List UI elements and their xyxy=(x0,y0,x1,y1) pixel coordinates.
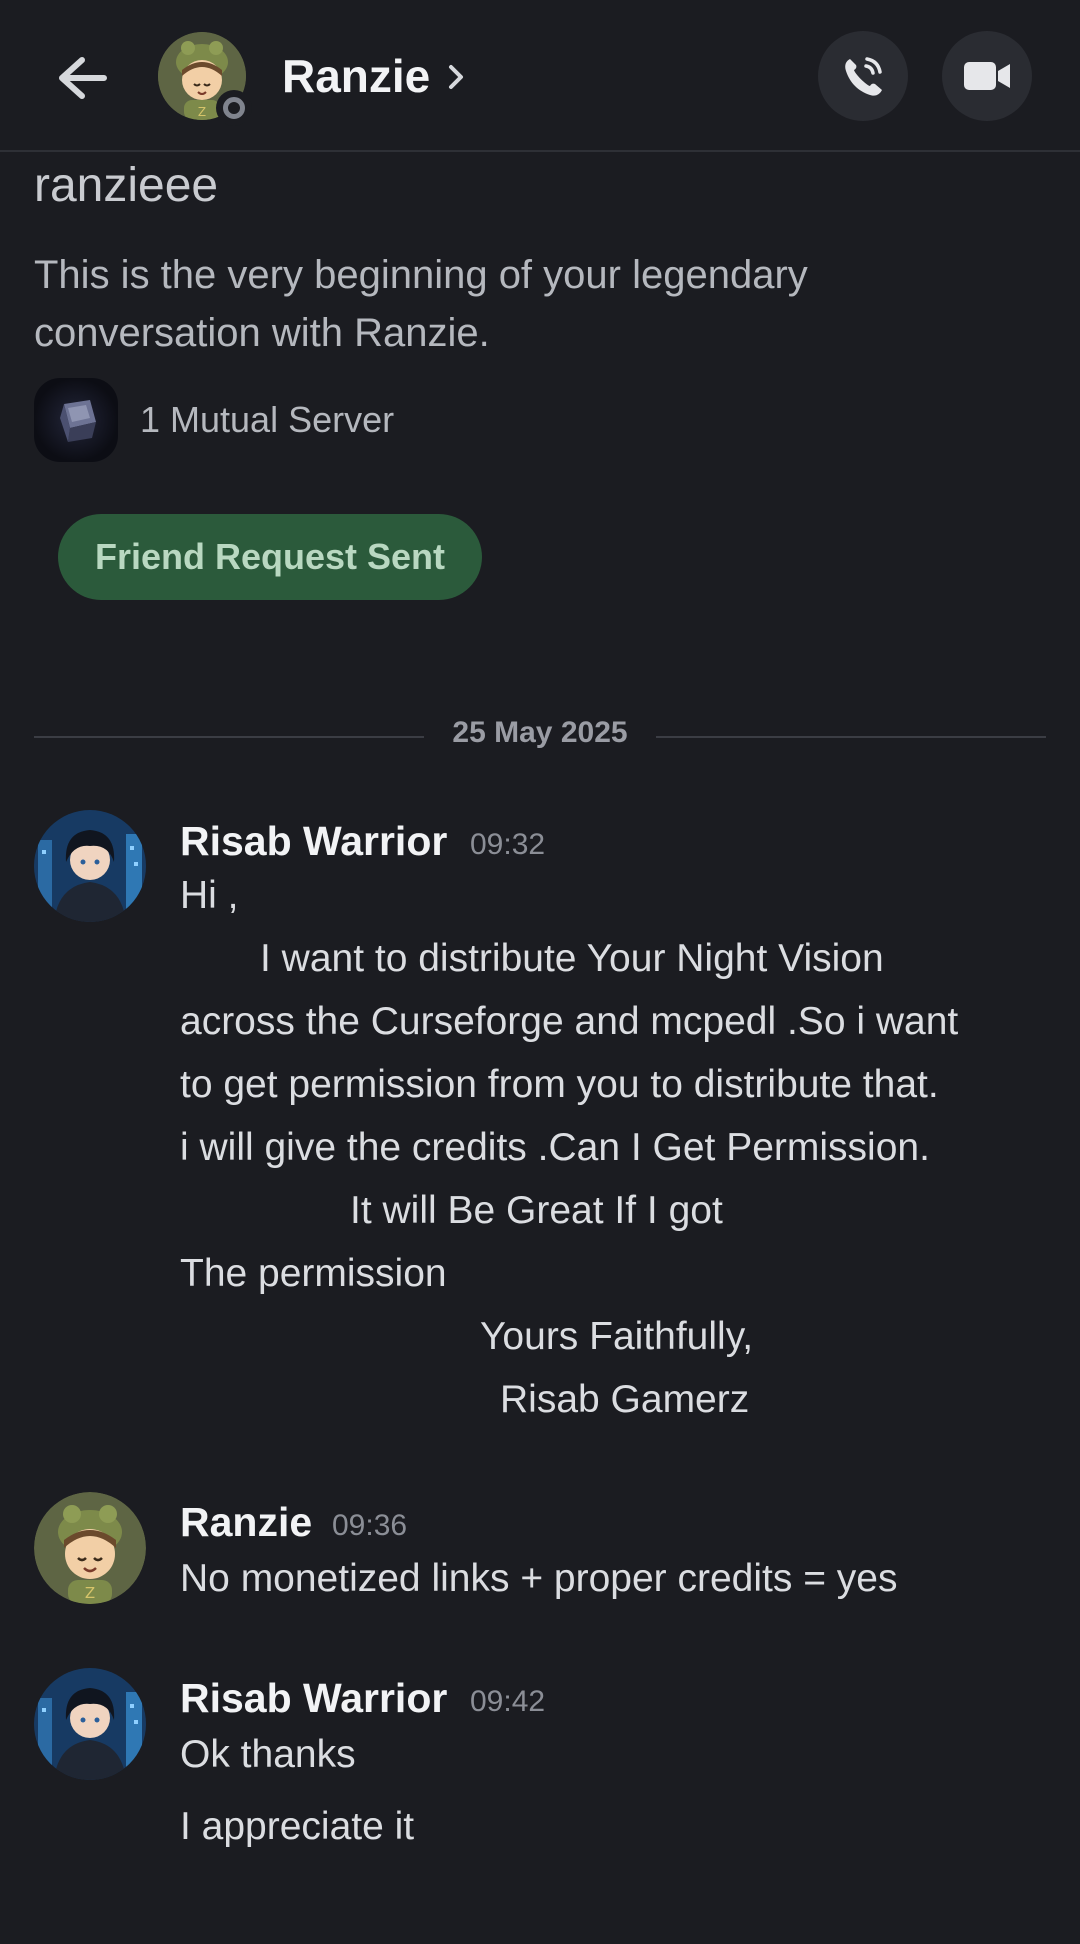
back-button[interactable] xyxy=(42,38,122,118)
chat-header: Z Ranzie xyxy=(0,0,1080,152)
svg-text:Z: Z xyxy=(85,1584,95,1602)
mutual-servers-label: 1 Mutual Server xyxy=(140,399,395,440)
message-text: Ok thanks xyxy=(180,1733,356,1776)
message-author[interactable]: Risab Warrior xyxy=(180,818,447,865)
date-divider-line xyxy=(34,736,424,738)
message-text: I want to distribute Your Night Vision xyxy=(260,937,884,980)
message-text: across the Curseforge and mcpedl .So i w… xyxy=(180,1000,959,1043)
voice-call-button[interactable] xyxy=(818,31,908,121)
svg-text:Z: Z xyxy=(198,105,206,119)
message-text: The permission xyxy=(180,1252,447,1295)
message-text: No monetized links + proper credits = ye… xyxy=(180,1557,898,1600)
phone-call-icon xyxy=(845,57,882,96)
header-name: Ranzie xyxy=(282,50,431,102)
conversation-intro: This is the very beginning of your legen… xyxy=(34,246,1034,362)
message-text: It will Be Great If I got xyxy=(350,1189,723,1232)
message-timestamp: 09:32 xyxy=(470,828,546,861)
message-author[interactable]: Risab Warrior xyxy=(180,1675,447,1722)
profile-username: ranzieee xyxy=(34,159,219,212)
message-text: Yours Faithfully, xyxy=(480,1315,754,1358)
header-profile-link[interactable]: Ranzie xyxy=(282,44,466,108)
message-text: to get permission from you to distribute… xyxy=(180,1063,939,1106)
date-divider-line xyxy=(656,736,1046,738)
message-text: Risab Gamerz xyxy=(500,1378,750,1421)
video-call-button[interactable] xyxy=(942,31,1032,121)
server-icon xyxy=(34,378,118,462)
offline-status-icon xyxy=(216,90,252,126)
avatar[interactable] xyxy=(34,1668,146,1780)
avatar[interactable]: Z xyxy=(34,1492,146,1604)
avatar[interactable] xyxy=(34,810,146,922)
message-text: I appreciate it xyxy=(180,1805,415,1848)
header-avatar[interactable]: Z xyxy=(158,32,252,126)
date-divider-label: 25 May 2025 xyxy=(452,716,628,749)
message-timestamp: 09:42 xyxy=(470,1685,546,1718)
message-text: Hi , xyxy=(180,874,239,917)
video-camera-icon xyxy=(964,62,1010,90)
message-text: i will give the credits .Can I Get Permi… xyxy=(180,1126,930,1169)
mutual-servers-row[interactable]: 1 Mutual Server xyxy=(34,378,394,462)
friend-request-sent-button[interactable]: Friend Request Sent xyxy=(58,514,482,600)
chevron-right-icon xyxy=(449,65,464,89)
intro-line: conversation with Ranzie. xyxy=(34,311,490,355)
message-author[interactable]: Ranzie xyxy=(180,1499,312,1546)
intro-line: This is the very beginning of your legen… xyxy=(34,253,808,297)
arrow-left-icon xyxy=(59,57,107,99)
message-timestamp: 09:36 xyxy=(332,1509,408,1542)
